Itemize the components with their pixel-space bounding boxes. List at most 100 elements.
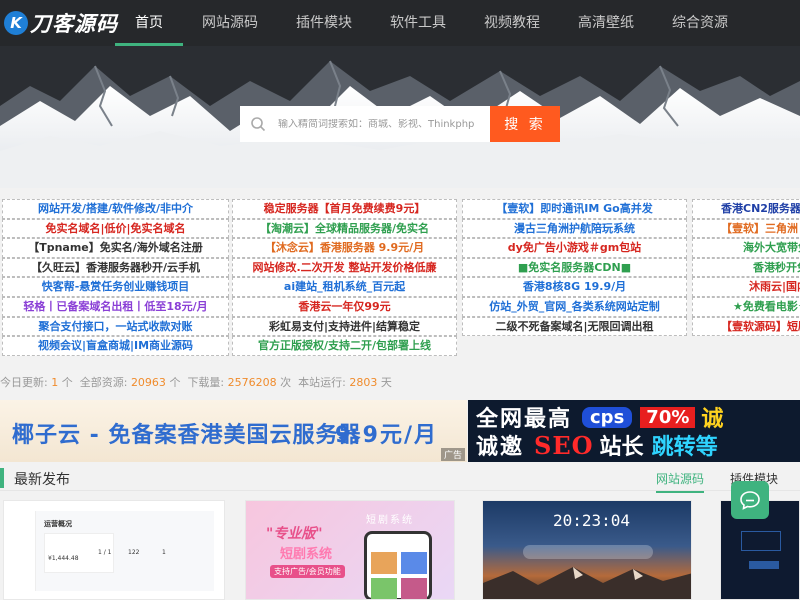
resource-card[interactable]: 20:23:04	[482, 500, 692, 600]
latest-section-header: 最新发布 网站源码 插件模块	[0, 466, 800, 493]
nav-item-plugins[interactable]: 插件模块	[277, 0, 371, 46]
thumb-tile	[401, 552, 427, 574]
section-title: 最新发布	[14, 472, 70, 488]
ad-link[interactable]: 聚合支付接口，一站式收款对账	[2, 316, 229, 337]
links-column-1: 网站开发/搭建/软件修改/非中介 免实名域名|低价|免实名域名 【Tpname】…	[2, 199, 229, 356]
card-thumbnail: 20:23:04	[483, 501, 691, 599]
ad-text: 站长	[599, 435, 644, 460]
nav-item-video[interactable]: 视频教程	[465, 0, 559, 46]
thumb-caption: 运营概况	[44, 520, 72, 528]
stat-total-unit: 个	[169, 376, 181, 389]
ad-title: 椰子云 - 免备案香港美国云服务器	[12, 423, 362, 448]
ad-link[interactable]: ★免费看电影★	[692, 296, 800, 317]
thumb-tile	[371, 578, 397, 599]
ad-link[interactable]: 网站开发/搭建/软件修改/非中介	[2, 199, 229, 219]
banner-ad-cps[interactable]: 全网最高 cps 70% 诚 诚邀 SEO 站长 跳转等	[468, 400, 800, 462]
thumb-figure: 1 / 1	[98, 549, 112, 556]
banner-ad-yezi-cloud[interactable]: 椰子云 - 免备案香港美国云服务器 9.9元/月 广告	[0, 400, 467, 462]
ad-link[interactable]: 视频会议|盲盒商城|IM商业源码	[2, 336, 229, 356]
search-icon	[251, 117, 266, 132]
ad-label: 广告	[440, 448, 465, 461]
ad-link[interactable]: 快客帮-悬赏任务创业赚钱项目	[2, 277, 229, 297]
stat-today-value: 1	[51, 376, 59, 389]
nav-item-home[interactable]: 首页	[115, 0, 183, 46]
card-thumbnail: 短剧系统 "专业版" 短剧系统 支持广告/会员功能	[246, 501, 454, 599]
ad-line-2: 诚邀 SEO 站长 跳转等	[476, 430, 718, 461]
nav-item-website-source[interactable]: 网站源码	[183, 0, 277, 46]
ad-link[interactable]: 免实名域名|低价|免实名域名	[2, 218, 229, 239]
ad-link[interactable]: 【壹软】三角洲	[692, 218, 800, 239]
chat-button[interactable]	[731, 481, 769, 519]
thumb-tag: "专业版"	[266, 526, 323, 542]
search-button[interactable]: 搜 索	[490, 106, 560, 142]
ad-link[interactable]: 漫古三角洲护航陪玩系统	[462, 218, 687, 239]
thumb-clock: 20:23:04	[553, 511, 631, 530]
ad-link[interactable]: 香港秒开免	[692, 257, 800, 278]
nav-item-misc[interactable]: 综合资源	[653, 0, 747, 46]
ad-cps-badge: cps	[582, 406, 633, 428]
ad-link[interactable]: 香港8核8G 19.9/月	[462, 277, 687, 297]
ad-link[interactable]: 海外大宽带免	[692, 238, 800, 258]
ad-links-grid: 网站开发/搭建/软件修改/非中介 免实名域名|低价|免实名域名 【Tpname】…	[0, 199, 800, 357]
ad-link[interactable]: 稳定服务器【首月免费续费9元】	[232, 199, 457, 219]
links-column-2: 稳定服务器【首月免费续费9元】 【淘潮云】全球精品服务器/免实名 【沐念云】香港…	[232, 199, 457, 356]
ad-link[interactable]: 沐雨云|国内|美港	[692, 277, 800, 297]
ad-link[interactable]: ai建站_租机系统_百元起	[232, 277, 457, 297]
ad-text: 诚邀	[476, 435, 525, 460]
stat-uptime-unit: 天	[380, 376, 392, 389]
ad-price: 9.9元/月	[335, 423, 439, 448]
stat-total-value: 20963	[130, 376, 166, 389]
ad-link[interactable]: 轻格丨已备案域名出租丨低至18元/月	[2, 296, 229, 317]
stat-uptime-label: 本站运行:	[298, 376, 346, 389]
thumb-bar	[749, 561, 779, 569]
thumb-panel	[741, 531, 781, 551]
card-thumbnail: 运营概况 ¥1,444.48 1 / 1 122 1	[14, 511, 214, 591]
ad-link[interactable]: 【壹软源码】短剧	[692, 316, 800, 337]
ad-link[interactable]: 二级不死备案域名|无限回调出租	[462, 316, 687, 337]
stat-downloads-label: 下载量:	[187, 376, 225, 389]
ad-link[interactable]: dy免广告小游戏＃gm包站	[462, 238, 687, 258]
section-marker	[0, 468, 4, 488]
thumb-figure: ¥1,444.48	[48, 555, 79, 562]
ad-link[interactable]: 仿站_外贸_官网_各类系统网站定制	[462, 296, 687, 317]
logo-text: 刀客源码	[30, 12, 118, 36]
ad-link[interactable]: 香港CN2服务器4核	[692, 199, 800, 219]
resource-card[interactable]: 运营概况 ¥1,444.48 1 / 1 122 1	[3, 500, 225, 600]
resource-card[interactable]: 短剧系统 "专业版" 短剧系统 支持广告/会员功能	[245, 500, 455, 600]
search-box	[240, 106, 490, 142]
logo-mark-icon: K	[4, 11, 28, 35]
ad-link[interactable]: 彩虹易支付|支持进件|结算稳定	[232, 316, 457, 337]
site-logo[interactable]: K 刀客源码	[4, 8, 118, 38]
links-column-4: 香港CN2服务器4核 【壹软】三角洲 海外大宽带免 香港秒开免 沐雨云|国内|美…	[692, 199, 800, 337]
nav-item-wallpaper[interactable]: 高清壁纸	[559, 0, 653, 46]
thumb-tile	[401, 578, 427, 599]
nav-item-software[interactable]: 软件工具	[371, 0, 465, 46]
ad-link[interactable]: ■免实名服务器CDN■	[462, 257, 687, 278]
ad-link[interactable]: 【沐念云】香港服务器 9.9元/月	[232, 238, 457, 258]
ad-line-1: 全网最高 cps 70% 诚	[476, 403, 723, 432]
search-input[interactable]	[278, 118, 488, 130]
ad-percent-badge: 70%	[640, 406, 696, 428]
ad-link[interactable]: 官方正版授权/支持二开/包部署上线	[232, 336, 457, 356]
ad-text: 跳转等	[651, 435, 718, 460]
ad-link[interactable]: 【Tpname】免实名/海外域名注册	[2, 238, 229, 258]
thumb-figure: 122	[128, 549, 140, 556]
ad-link[interactable]: 【壹软】即时通讯IM Go高并发	[462, 199, 687, 219]
thumb-sub: 支持广告/会员功能	[270, 565, 345, 578]
thumb-tile	[371, 552, 397, 574]
ad-link[interactable]: 【久旺云】香港服务器秒开/云手机	[2, 257, 229, 278]
ad-seo-text: SEO	[534, 430, 594, 460]
stat-today-label: 今日更新:	[0, 376, 48, 389]
thumb-tag: 短剧系统	[280, 547, 333, 562]
ad-link[interactable]: 香港云一年仅99元	[232, 296, 457, 317]
ad-link[interactable]: 【淘潮云】全球精品服务器/免实名	[232, 218, 457, 239]
stat-today-unit: 个	[61, 376, 73, 389]
stat-total-label: 全部资源:	[79, 376, 128, 389]
ad-link[interactable]: 网站修改.二次开发 整站开发价格低廉	[232, 257, 457, 278]
thumb-headline: 短剧系统	[366, 515, 414, 526]
links-column-3: 【壹软】即时通讯IM Go高并发 漫古三角洲护航陪玩系统 dy免广告小游戏＃gm…	[462, 199, 687, 337]
thumb-sidebar	[14, 511, 36, 591]
stat-downloads-unit: 次	[280, 376, 292, 389]
top-header: K 刀客源码 首页 网站源码 插件模块 软件工具 视频教程 高清壁纸 综合资源	[0, 0, 800, 46]
stat-downloads-value: 2576208	[227, 376, 277, 389]
